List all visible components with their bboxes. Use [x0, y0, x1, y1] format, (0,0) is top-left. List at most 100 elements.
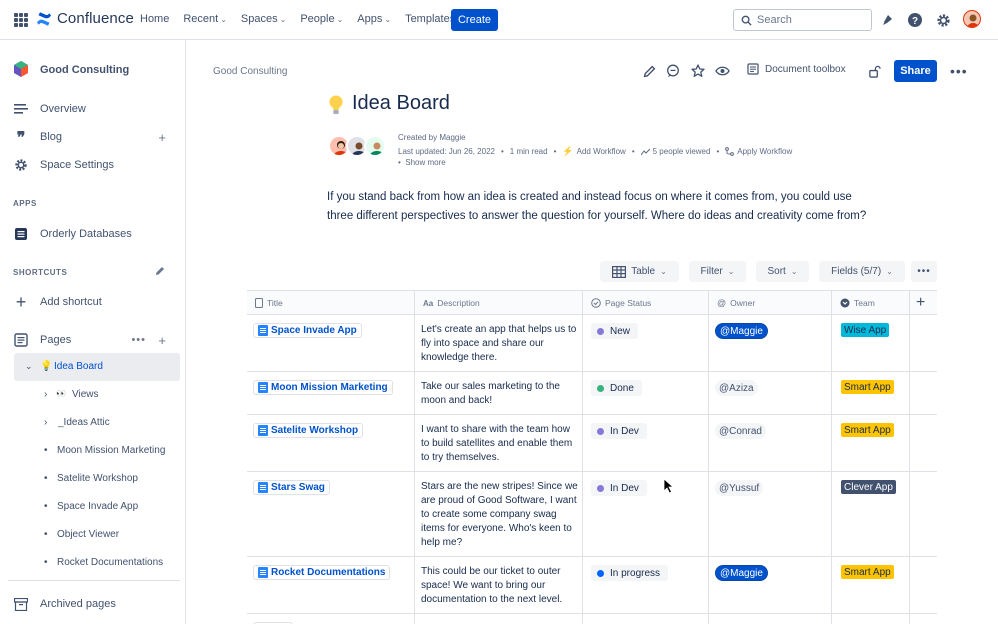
column-header-title[interactable]: Title: [247, 291, 415, 315]
star-icon[interactable]: [690, 63, 706, 79]
pages-more-icon[interactable]: •••: [131, 334, 146, 346]
column-header-description[interactable]: Aa Description: [415, 291, 583, 315]
column-header-page-status[interactable]: Page Status: [583, 291, 709, 315]
document-toolbox-button[interactable]: Document toolbox: [747, 63, 846, 75]
description-cell[interactable]: Stars are the new stripes! Since we are …: [415, 472, 583, 556]
table-row[interactable]: Space Invade App Let's create an app tha…: [247, 315, 937, 372]
avatar[interactable]: [364, 135, 386, 157]
nav-apps[interactable]: Apps ⌄: [357, 13, 391, 25]
add-page-icon[interactable]: +: [158, 333, 166, 348]
analytics-link[interactable]: 5 people viewed: [640, 147, 710, 156]
owner-mention[interactable]: @Yussuf: [715, 480, 764, 496]
chevron-down-icon: ⌄: [220, 14, 227, 24]
status-cell[interactable]: In Dev: [583, 415, 709, 471]
status-label: New: [610, 325, 631, 337]
nav-home[interactable]: Home: [140, 13, 169, 25]
contributors-avatars[interactable]: [328, 135, 386, 157]
show-more-link[interactable]: • Show more: [398, 158, 446, 167]
nav-people[interactable]: People ⌄: [300, 13, 343, 25]
filter-button[interactable]: Filter ⌄: [689, 261, 746, 282]
owner-cell[interactable]: @Maggie: [709, 315, 832, 371]
description-cell[interactable]: Let's create an app that helps us to fly…: [415, 315, 583, 371]
help-icon[interactable]: ?: [906, 11, 924, 29]
column-header-team[interactable]: Team: [832, 291, 910, 315]
owner-mention[interactable]: @Maggie: [715, 323, 768, 339]
settings-icon[interactable]: [934, 11, 952, 29]
table-row[interactable]: Stars Swag Stars are the new stripes! Si…: [247, 472, 937, 557]
restrictions-unlock-icon[interactable]: [866, 63, 882, 79]
table-icon: [612, 265, 627, 278]
sort-button[interactable]: Sort ⌄: [756, 261, 809, 282]
table-view-button[interactable]: Table ⌄: [600, 261, 679, 282]
status-cell[interactable]: New: [583, 315, 709, 371]
status-cell[interactable]: In Dev: [583, 472, 709, 556]
description-cell[interactable]: Take our sales marketing to the moon and…: [415, 372, 583, 414]
watch-icon[interactable]: [714, 63, 730, 79]
table-more-icon[interactable]: •••: [911, 261, 937, 282]
page-link[interactable]: Rocket Documentations: [253, 565, 391, 580]
more-actions-icon[interactable]: •••: [950, 63, 968, 79]
breadcrumb[interactable]: Good Consulting: [213, 66, 288, 77]
owner-mention[interactable]: @Conrad: [715, 423, 766, 439]
space-name[interactable]: Good Consulting: [40, 64, 129, 76]
fields-button[interactable]: Fields (5/7) ⌄: [819, 261, 905, 282]
description-cell[interactable]: This could be our ticket to outer space!…: [415, 557, 583, 613]
app-switcher-icon[interactable]: [14, 13, 28, 27]
edit-icon[interactable]: [641, 63, 657, 79]
owner-cell[interactable]: @Maggie: [709, 557, 832, 613]
owner-mention[interactable]: @Aziza: [715, 380, 758, 396]
notifications-icon[interactable]: [879, 11, 897, 29]
add-shortcut-button[interactable]: + Add shortcut: [0, 292, 186, 312]
bullet-icon: •: [44, 501, 48, 512]
owner-cell[interactable]: @Yussuf: [709, 472, 832, 556]
search-input[interactable]: Search: [733, 9, 872, 31]
status-cell[interactable]: Done: [583, 372, 709, 414]
table-row[interactable]: Satelite Workshop I want to share with t…: [247, 415, 937, 472]
share-button[interactable]: Share: [894, 60, 937, 82]
nav-spaces[interactable]: Spaces ⌄: [241, 13, 286, 25]
team-cell[interactable]: Smart App: [832, 372, 910, 414]
comment-icon[interactable]: [665, 63, 681, 79]
sidebar-item-archived-pages[interactable]: Archived pages: [0, 596, 186, 612]
sidebar-item-overview[interactable]: Overview: [0, 101, 186, 117]
status-cell[interactable]: [583, 614, 709, 624]
team-cell[interactable]: Smart App: [832, 415, 910, 471]
team-cell[interactable]: Clever App: [832, 472, 910, 556]
page-link[interactable]: Space Invade App: [253, 323, 362, 338]
confluence-logo[interactable]: Confluence: [36, 10, 134, 27]
status-cell[interactable]: In progress: [583, 557, 709, 613]
owner-mention[interactable]: @Maggie: [715, 565, 768, 581]
last-updated[interactable]: Last updated: Jun 26, 2022: [398, 147, 495, 156]
team-cell[interactable]: Wise App: [832, 315, 910, 371]
table-row[interactable]: [247, 614, 937, 624]
description-cell[interactable]: [415, 614, 583, 624]
table-row[interactable]: Rocket Documentations This could be our …: [247, 557, 937, 614]
page-link[interactable]: Moon Mission Marketing: [253, 380, 393, 395]
team-cell[interactable]: [832, 614, 910, 624]
add-workflow-link[interactable]: ⚡ Add Workflow: [562, 146, 625, 157]
page-link[interactable]: Stars Swag: [253, 480, 330, 495]
chevron-right-icon[interactable]: ›: [44, 417, 47, 428]
profile-avatar[interactable]: [963, 10, 981, 28]
table-row[interactable]: Moon Mission Marketing Take our sales ma…: [247, 372, 937, 415]
column-header-owner[interactable]: @ Owner: [709, 291, 832, 315]
chevron-down-icon[interactable]: ⌄: [25, 361, 33, 372]
sidebar-item-space-settings[interactable]: Space Settings: [0, 157, 186, 173]
sidebar-item-orderly-databases[interactable]: Orderly Databases: [0, 226, 186, 242]
apply-workflow-link[interactable]: Apply Workflow: [725, 147, 792, 156]
sidebar-item-blog[interactable]: ❞ Blog +: [0, 128, 186, 147]
owner-cell[interactable]: @Conrad: [709, 415, 832, 471]
description-cell[interactable]: I want to share with the team how to bui…: [415, 415, 583, 471]
add-column-icon[interactable]: +: [910, 291, 937, 315]
chevron-right-icon[interactable]: ›: [44, 389, 47, 400]
team-cell[interactable]: Smart App: [832, 557, 910, 613]
page-link[interactable]: Satelite Workshop: [253, 423, 364, 438]
nav-recent[interactable]: Recent ⌄: [183, 13, 227, 25]
owner-cell[interactable]: [709, 614, 832, 624]
create-button[interactable]: Create: [451, 9, 498, 31]
nav-templates[interactable]: Templates: [405, 13, 455, 25]
owner-cell[interactable]: @Aziza: [709, 372, 832, 414]
sidebar-item-pages[interactable]: Pages ••• +: [0, 332, 186, 348]
edit-shortcuts-icon[interactable]: [154, 265, 166, 280]
add-blog-icon[interactable]: +: [158, 130, 166, 145]
